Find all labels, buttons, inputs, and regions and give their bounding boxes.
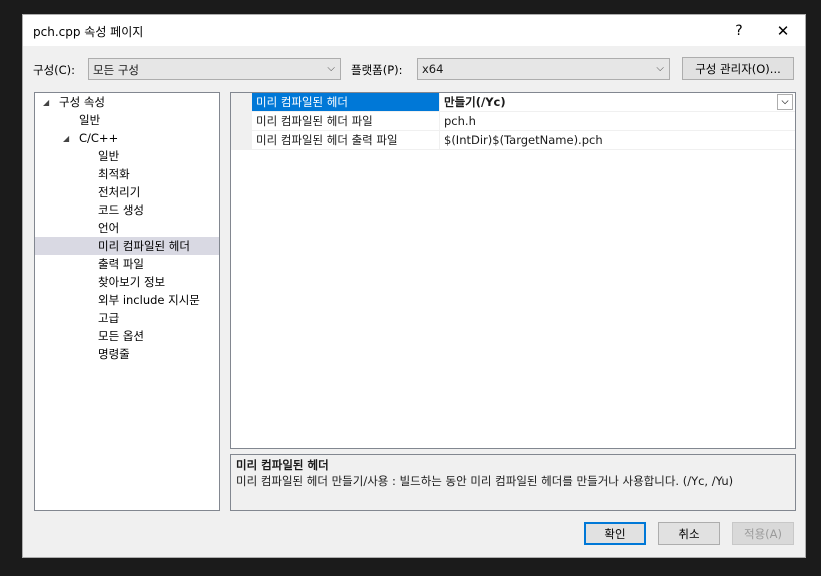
ok-button[interactable]: 확인 — [584, 522, 646, 545]
category-tree[interactable]: ◢ 구성 속성 일반 ◢ C/C++ 일반 최적화 전처리기 코드 생성 언어 … — [34, 92, 220, 511]
config-manager-button[interactable]: 구성 관리자(O)... — [682, 57, 794, 80]
tree-item[interactable]: 언어 — [98, 219, 119, 237]
property-name[interactable]: 미리 컴파일된 헤더 파일 — [252, 112, 439, 131]
platform-select[interactable]: x64 ⌵ — [417, 58, 670, 80]
tree-item[interactable]: 최적화 — [98, 165, 130, 183]
expanded-arrow-icon[interactable]: ◢ — [63, 134, 69, 143]
help-icon[interactable]: ? — [717, 15, 761, 46]
tree-item[interactable]: 외부 include 지시문 — [98, 291, 200, 309]
row-margin — [231, 112, 252, 131]
tree-item[interactable]: 고급 — [98, 309, 119, 327]
row-margin — [231, 131, 252, 150]
row-margin — [231, 93, 252, 112]
description-panel: 미리 컴파일된 헤더 미리 컴파일된 헤더 만들기/사용 : 빌드하는 동안 미… — [230, 454, 796, 511]
expanded-arrow-icon[interactable]: ◢ — [43, 98, 49, 107]
config-select-value: 모든 구성 — [93, 63, 139, 77]
tree-item[interactable]: 출력 파일 — [98, 255, 144, 273]
config-select[interactable]: 모든 구성 ⌵ — [88, 58, 341, 80]
tree-item[interactable]: 전처리기 — [98, 183, 140, 201]
tree-item-general[interactable]: 일반 — [79, 111, 100, 129]
property-row[interactable]: 미리 컴파일된 헤더 만들기(/Yc) ⌵ — [231, 93, 795, 112]
chevron-down-icon[interactable]: ⌵ — [777, 94, 793, 110]
apply-button[interactable]: 적용(A) — [732, 522, 794, 545]
description-body: 미리 컴파일된 헤더 만들기/사용 : 빌드하는 동안 미리 컴파일된 헤더를 … — [236, 474, 734, 488]
tree-item[interactable]: 명령줄 — [98, 345, 130, 363]
property-pages-dialog: pch.cpp 속성 페이지 ? ✕ 구성(C): 모든 구성 ⌵ 플랫폼(P)… — [22, 14, 806, 558]
tree-item-config-properties[interactable]: 구성 속성 — [59, 93, 105, 111]
property-grid: 미리 컴파일된 헤더 만들기(/Yc) ⌵ 미리 컴파일된 헤더 파일 pch.… — [230, 92, 796, 449]
description-title: 미리 컴파일된 헤더 — [236, 458, 329, 472]
tree-item[interactable]: 일반 — [98, 147, 119, 165]
cancel-button[interactable]: 취소 — [658, 522, 720, 545]
window-title: pch.cpp 속성 페이지 — [33, 25, 144, 39]
tree-item[interactable]: 모든 옵션 — [98, 327, 144, 345]
property-value[interactable]: 만들기(/Yc) ⌵ — [439, 93, 795, 112]
chevron-down-icon: ⌵ — [656, 63, 664, 74]
tree-item-cpp[interactable]: C/C++ — [79, 129, 118, 147]
tree-item[interactable]: 찾아보기 정보 — [98, 273, 165, 291]
property-name[interactable]: 미리 컴파일된 헤더 출력 파일 — [252, 131, 439, 150]
property-value[interactable]: pch.h — [439, 112, 795, 131]
property-row[interactable]: 미리 컴파일된 헤더 출력 파일 $(IntDir)$(TargetName).… — [231, 131, 795, 150]
chevron-down-icon: ⌵ — [327, 63, 335, 74]
title-bar: pch.cpp 속성 페이지 ? ✕ — [23, 15, 805, 46]
tree-item[interactable]: 코드 생성 — [98, 201, 144, 219]
config-label: 구성(C): — [33, 63, 76, 77]
property-name[interactable]: 미리 컴파일된 헤더 — [252, 93, 439, 112]
platform-label: 플랫폼(P): — [351, 63, 403, 77]
platform-select-value: x64 — [422, 62, 444, 76]
property-row[interactable]: 미리 컴파일된 헤더 파일 pch.h — [231, 112, 795, 131]
property-value-text: 만들기(/Yc) — [444, 95, 506, 109]
property-value[interactable]: $(IntDir)$(TargetName).pch — [439, 131, 795, 150]
tree-item-precompiled-headers[interactable]: 미리 컴파일된 헤더 — [35, 237, 219, 255]
close-icon[interactable]: ✕ — [761, 15, 805, 46]
